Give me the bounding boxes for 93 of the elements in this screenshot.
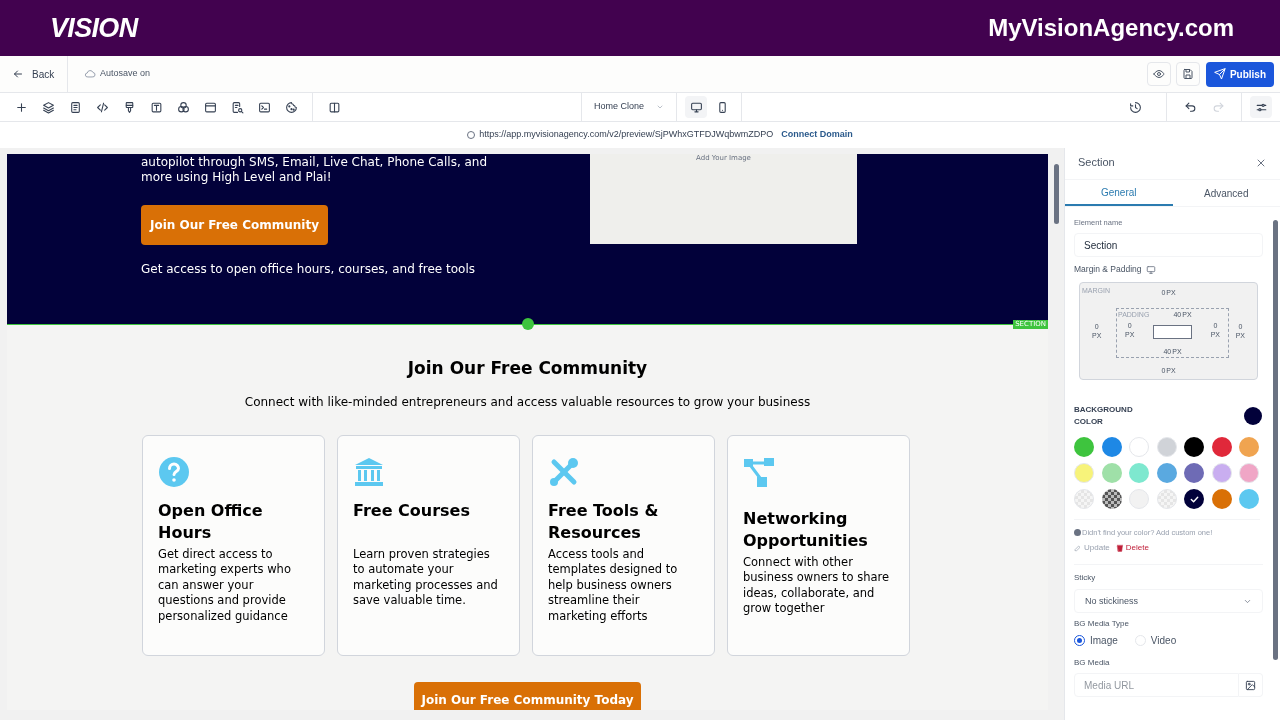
tools-icon xyxy=(548,455,580,488)
question-icon xyxy=(158,455,190,488)
color-swatch[interactable] xyxy=(1074,437,1094,457)
panel-tab[interactable]: General xyxy=(1065,180,1173,206)
monitor-icon[interactable] xyxy=(1145,264,1156,275)
connect-domain-link[interactable]: Connect Domain xyxy=(781,128,853,142)
panel-tab[interactable]: Advanced xyxy=(1172,180,1280,206)
panel-title: Section xyxy=(1078,155,1115,171)
cloud-icon xyxy=(84,68,96,80)
save-icon xyxy=(1181,68,1194,80)
logo: VISION xyxy=(50,11,138,45)
publish-button[interactable]: Publish xyxy=(1205,61,1274,87)
card-title: Open Office Hours xyxy=(158,499,264,544)
background-color-swatch[interactable] xyxy=(1244,407,1262,425)
color-swatch[interactable] xyxy=(1211,489,1232,509)
arrow-left-icon xyxy=(12,68,24,80)
color-swatch[interactable] xyxy=(1101,489,1122,509)
color-swatch[interactable] xyxy=(1211,463,1232,483)
edit-icon xyxy=(1074,544,1082,553)
color-swatch[interactable] xyxy=(1156,489,1177,509)
chevron-down-icon xyxy=(656,103,665,111)
circles-icon[interactable] xyxy=(176,100,190,114)
scrollbar-thumb[interactable] xyxy=(1053,164,1059,224)
add-section-icon[interactable] xyxy=(522,318,534,330)
field-label: Margin & Padding xyxy=(1074,263,1142,276)
add-icon[interactable] xyxy=(14,100,28,114)
field-label: BG Media xyxy=(1074,657,1111,670)
color-swatch[interactable] xyxy=(1184,437,1205,457)
eye-icon xyxy=(1152,68,1165,80)
image-icon xyxy=(1245,679,1256,691)
back-button[interactable]: Back xyxy=(0,56,68,92)
delete-button[interactable]: Delete xyxy=(1115,542,1149,555)
media-type-radio[interactable]: Image xyxy=(1074,633,1118,649)
card-text: Access tools and templates designed to help business owners streamline their marketing efforts xyxy=(548,546,679,624)
color-swatch[interactable] xyxy=(1239,437,1260,457)
text-icon[interactable] xyxy=(149,100,163,114)
desktop-view-button[interactable] xyxy=(685,96,708,118)
section-subtitle: Connect with like-minded entrepreneurs and access valuable resources to grow your business xyxy=(244,393,811,411)
color-swatch[interactable] xyxy=(1156,463,1177,483)
undo-icon[interactable] xyxy=(1183,100,1197,114)
color-swatch[interactable] xyxy=(1129,463,1150,483)
card-title: Free Tools & Resources xyxy=(548,499,660,544)
card-text: Connect with other business owners to share ideas, collaborate, and grow together xyxy=(743,554,891,617)
color-swatch[interactable] xyxy=(1239,489,1260,509)
card-text: Get direct access to marketing experts who can answer your questions and provide personalized guidance xyxy=(158,546,292,624)
hero-text: autopilot through SMS, Email, Live Chat, Phone Calls, and more using High Level and Plai! xyxy=(141,155,489,185)
cookie-icon[interactable] xyxy=(284,100,298,114)
trash-icon xyxy=(1115,544,1124,553)
color-swatch[interactable] xyxy=(1074,489,1094,509)
autosave-status: Autosave on xyxy=(100,67,151,81)
content-box xyxy=(1153,325,1192,339)
card-text: Learn proven strategies to automate your marketing processes and save valuable time. xyxy=(353,546,499,609)
card-title: Free Courses xyxy=(353,499,471,522)
page-dropdown[interactable]: Home Clone xyxy=(581,93,678,121)
preview-button[interactable] xyxy=(1146,62,1171,86)
field-label: Sticky xyxy=(1074,572,1097,585)
send-icon xyxy=(1213,68,1226,80)
color-swatch[interactable] xyxy=(1239,463,1260,483)
media-picker-button[interactable] xyxy=(1239,673,1263,698)
element-name-field[interactable]: Section xyxy=(1074,233,1263,258)
color-swatch[interactable] xyxy=(1101,463,1122,483)
bank-icon xyxy=(353,455,385,488)
color-swatch[interactable] xyxy=(1129,489,1150,509)
color-swatch[interactable] xyxy=(1101,437,1122,457)
columns-icon[interactable] xyxy=(327,100,341,114)
info-icon xyxy=(1074,529,1081,537)
field-label: BACKGROUND COLOR xyxy=(1074,404,1134,428)
field-label: BG Media Type xyxy=(1074,618,1130,631)
color-swatch[interactable] xyxy=(1184,463,1205,483)
document-search-icon[interactable] xyxy=(230,100,244,114)
card-title: Networking Opportunities xyxy=(743,507,869,552)
color-swatch[interactable] xyxy=(1129,437,1150,457)
window-icon[interactable] xyxy=(203,100,217,114)
hero-note: Get access to open office hours, courses, and free tools xyxy=(141,261,476,278)
site-title: MyVisionAgency.com xyxy=(988,13,1234,43)
desktop-icon xyxy=(689,100,703,114)
history-icon[interactable] xyxy=(1128,100,1142,114)
section-title: Join Our Free Community xyxy=(407,357,648,380)
color-swatch[interactable] xyxy=(1074,463,1094,483)
media-type-radio[interactable]: Video xyxy=(1134,633,1177,649)
save-button[interactable] xyxy=(1175,62,1200,86)
color-swatch[interactable] xyxy=(1184,489,1205,509)
scrollbar-thumb[interactable] xyxy=(1273,220,1278,660)
preview-url: https://app.myvisionagency.com/v2/preview/SjPWhxGTFDJWqbwmZDPO xyxy=(479,128,774,142)
media-url-field[interactable]: Media URL xyxy=(1074,673,1239,698)
page-icon[interactable] xyxy=(68,100,82,114)
terminal-icon[interactable] xyxy=(257,100,271,114)
sticky-dropdown[interactable]: No stickiness xyxy=(1074,589,1263,614)
color-swatch[interactable] xyxy=(1156,437,1177,457)
code-icon[interactable] xyxy=(95,100,109,114)
layers-icon[interactable] xyxy=(41,100,55,114)
color-swatch[interactable] xyxy=(1211,437,1232,457)
network-icon xyxy=(743,455,775,488)
